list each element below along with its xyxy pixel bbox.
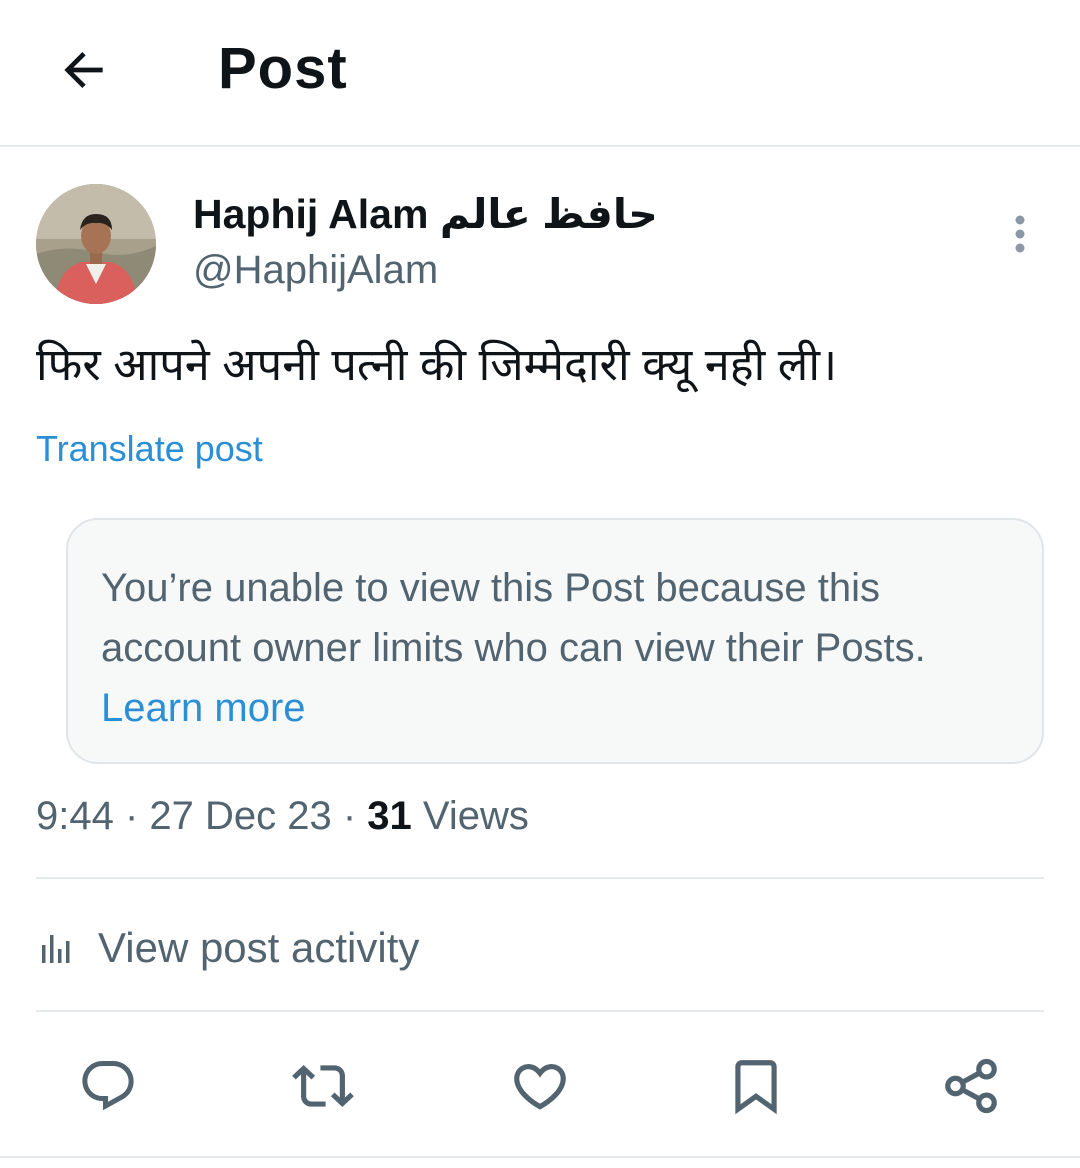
divider xyxy=(36,1010,1044,1012)
view-post-activity-button[interactable]: View post activity xyxy=(36,918,419,978)
translate-post-link[interactable]: Translate post xyxy=(36,424,263,474)
views-label: Views xyxy=(422,794,529,838)
post-text: फिर आपने अपनी पत्नी की जिम्मेदारी क्यू न… xyxy=(36,339,838,390)
post-date: 27 Dec 23 xyxy=(149,794,332,838)
arrow-left-icon xyxy=(64,52,103,88)
notice-text-wrap: You’re unable to view this Post because … xyxy=(101,558,1010,738)
avatar[interactable] xyxy=(36,184,156,304)
post-time: 9:44 xyxy=(36,794,114,838)
back-button[interactable] xyxy=(52,38,116,102)
repost-icon xyxy=(292,1065,354,1107)
more-options-button[interactable] xyxy=(996,206,1044,262)
author-name[interactable]: Haphij Alam حافظ عالم xyxy=(193,188,658,240)
share-button[interactable] xyxy=(939,1054,1003,1118)
author-handle[interactable]: @HaphijAlam xyxy=(193,244,438,296)
notice-text: You’re unable to view this Post because … xyxy=(101,566,926,670)
reply-button[interactable] xyxy=(76,1054,140,1118)
page-title: Post xyxy=(218,36,348,101)
divider xyxy=(0,1156,1080,1158)
top-bar: Post xyxy=(0,0,1080,147)
bookmark-button[interactable] xyxy=(724,1054,788,1118)
more-vertical-icon xyxy=(1015,215,1025,253)
bookmark-icon xyxy=(735,1060,777,1115)
reply-icon xyxy=(82,1061,134,1111)
like-icon xyxy=(514,1064,566,1110)
repost-button[interactable] xyxy=(291,1054,355,1118)
meta-separator: · xyxy=(113,794,150,838)
divider xyxy=(36,877,1044,879)
learn-more-link[interactable]: Learn more xyxy=(101,686,306,730)
view-post-activity-label: View post activity xyxy=(98,924,420,971)
meta-separator: · xyxy=(331,794,368,838)
restricted-post-notice: You’re unable to view this Post because … xyxy=(66,518,1044,764)
views-count: 31 xyxy=(367,794,412,838)
bar-chart-icon xyxy=(42,935,70,963)
avatar-image xyxy=(36,184,156,304)
like-button[interactable] xyxy=(508,1054,572,1118)
post-meta: 9:44 · 27 Dec 23 · 31 Views xyxy=(36,790,529,842)
share-icon xyxy=(945,1058,997,1114)
